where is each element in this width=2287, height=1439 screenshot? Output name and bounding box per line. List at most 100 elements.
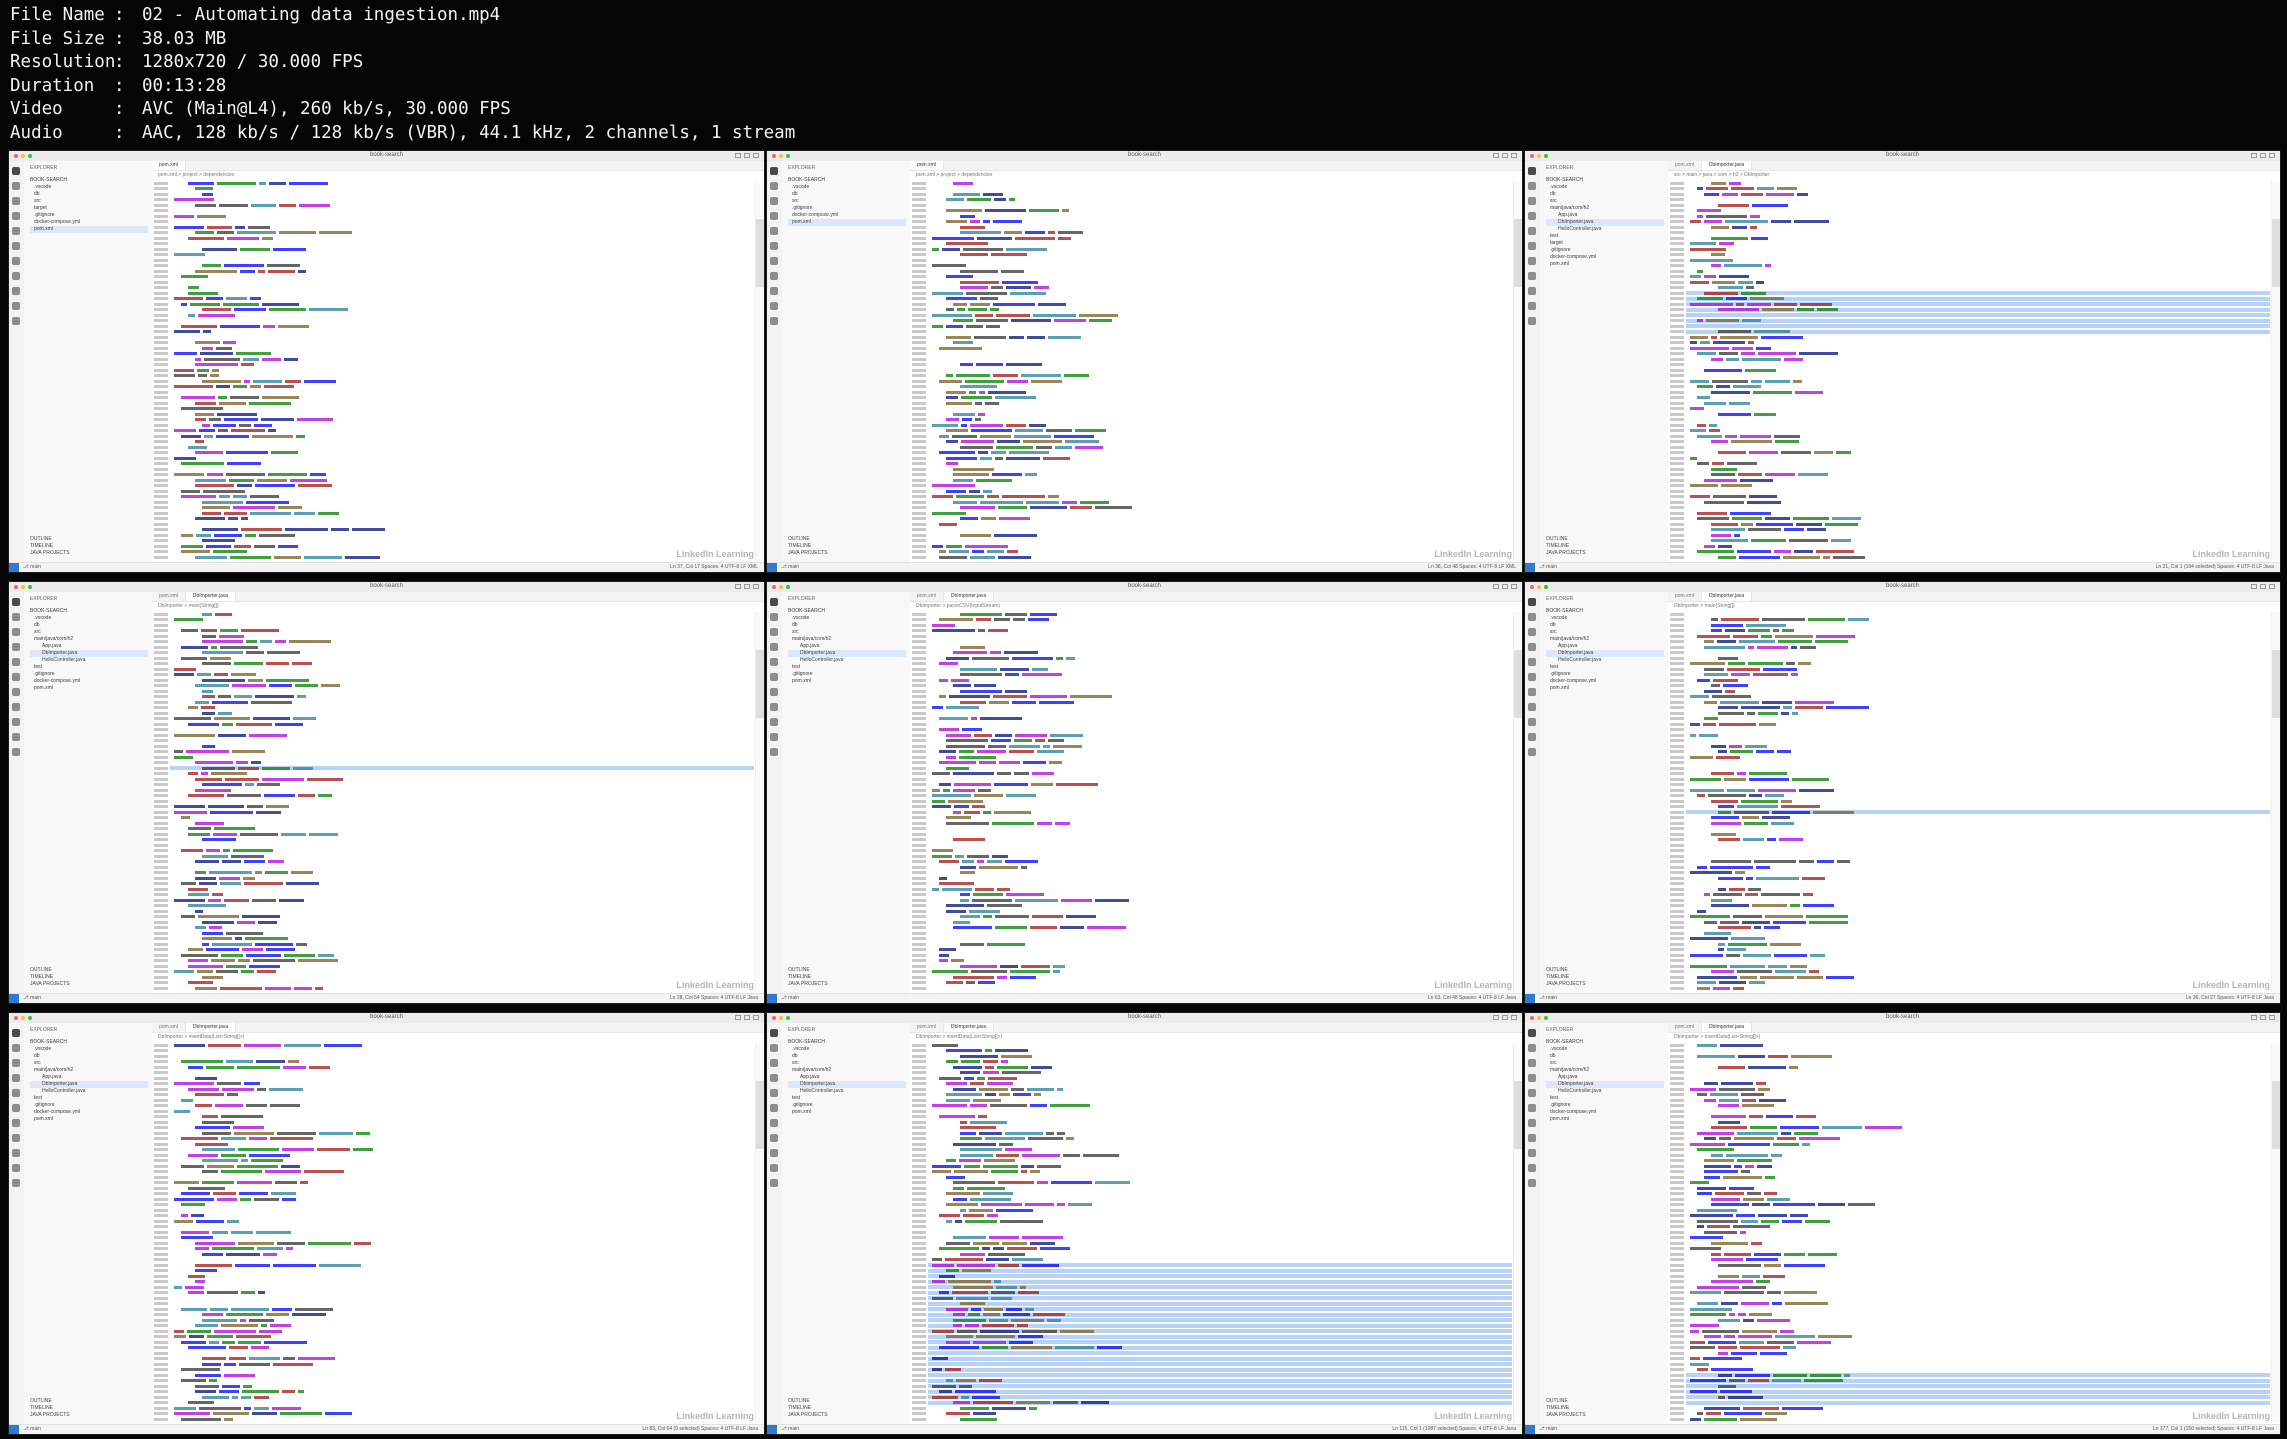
minimap-slider[interactable] [2272,1081,2280,1150]
file-tree-item[interactable]: .vscode [1546,615,1664,622]
java-icon[interactable] [770,718,778,726]
file-tree-item[interactable]: src [788,1060,906,1067]
sidebar-section-header[interactable]: JAVA PROJECTS [788,1412,828,1419]
search-icon[interactable] [770,182,778,190]
source-control-icon[interactable] [1528,628,1536,636]
database-icon[interactable] [770,1119,778,1127]
search-icon[interactable] [1528,613,1536,621]
layout-toggle-icon[interactable] [1502,153,1508,158]
extensions-icon[interactable] [1528,1089,1536,1097]
file-tree-item[interactable]: docker-compose.yml [788,212,906,219]
run-debug-icon[interactable] [770,212,778,220]
file-tree-item[interactable]: .gitignore [30,671,148,678]
minimap[interactable] [2271,1043,2280,1423]
editor-tab[interactable]: DbImporter.java [943,1023,995,1032]
file-tree-item[interactable]: HelloController.java [30,657,148,664]
file-tree-item[interactable]: .vscode [30,1046,148,1053]
run-debug-icon[interactable] [1528,1074,1536,1082]
file-tree-item[interactable]: .gitignore [788,1102,906,1109]
layout-toggle-icon[interactable] [1511,584,1517,589]
code-area[interactable] [1668,1043,2270,1423]
run-debug-icon[interactable] [12,1074,20,1082]
file-tree-item[interactable]: .vscode [1546,184,1664,191]
sidebar-section-header[interactable]: OUTLINE [1546,967,1586,974]
remote-indicator-button[interactable] [1525,994,1535,1003]
account-icon[interactable] [770,733,778,741]
layout-toggle-icon[interactable] [744,1015,750,1020]
java-icon[interactable] [770,1149,778,1157]
file-tree-item[interactable]: DbImporter.java [788,650,906,657]
settings-icon[interactable] [12,317,20,325]
file-tree-item[interactable]: .vscode [788,184,906,191]
java-icon[interactable] [1528,1149,1536,1157]
docker-icon[interactable] [12,1134,20,1142]
code-area[interactable] [152,612,754,992]
file-tree-item[interactable]: .vscode [788,615,906,622]
file-tree-item[interactable]: docker-compose.yml [30,678,148,685]
explorer-icon[interactable] [1528,167,1536,175]
source-control-icon[interactable] [770,1059,778,1067]
extensions-icon[interactable] [770,227,778,235]
docker-icon[interactable] [770,272,778,280]
file-tree-item[interactable]: db [788,191,906,198]
editor-tab[interactable]: pom.xml [152,592,186,601]
layout-toggle-icon[interactable] [744,153,750,158]
file-tree-item[interactable]: main/java/com/h2 [1546,1067,1664,1074]
file-tree-item[interactable]: src [1546,629,1664,636]
file-tree-item[interactable]: target [30,205,148,212]
editor-tab[interactable]: pom.xml [1668,161,1702,170]
file-tree-item[interactable]: BOOK-SEARCH [1546,608,1664,615]
file-tree-item[interactable]: docker-compose.yml [30,1109,148,1116]
file-tree-item[interactable]: target [1546,240,1664,247]
minimap-slider[interactable] [2272,650,2280,719]
sidebar-section-header[interactable]: TIMELINE [30,974,70,981]
file-tree-item[interactable]: docker-compose.yml [30,219,148,226]
sidebar-section-header[interactable]: TIMELINE [1546,543,1586,550]
code-area[interactable] [1668,181,2270,561]
testing-icon[interactable] [770,242,778,250]
account-icon[interactable] [12,1164,20,1172]
code-area[interactable] [152,181,754,561]
testing-icon[interactable] [770,673,778,681]
minimap[interactable] [755,612,764,992]
sidebar-section-header[interactable]: OUTLINE [30,536,70,543]
file-tree-item[interactable]: .gitignore [30,1102,148,1109]
sidebar-section-header[interactable]: JAVA PROJECTS [788,550,828,557]
layout-toggle-icon[interactable] [1493,584,1499,589]
file-tree-item[interactable]: pom.xml [1546,1116,1664,1123]
file-tree-item[interactable]: BOOK-SEARCH [30,177,148,184]
file-tree-item[interactable]: pom.xml [30,226,148,233]
layout-toggle-icon[interactable] [753,1015,759,1020]
remote-indicator-button[interactable] [9,563,19,572]
layout-toggle-icon[interactable] [1493,1015,1499,1020]
file-tree-item[interactable]: db [30,622,148,629]
settings-icon[interactable] [1528,1179,1536,1187]
file-tree-item[interactable]: test [1546,664,1664,671]
layout-toggle-icon[interactable] [753,584,759,589]
source-control-icon[interactable] [12,1059,20,1067]
database-icon[interactable] [1528,257,1536,265]
layout-toggle-icon[interactable] [1502,584,1508,589]
minimap-slider[interactable] [1514,1081,1522,1150]
layout-toggle-icon[interactable] [735,584,741,589]
settings-icon[interactable] [12,748,20,756]
file-tree-item[interactable]: test [1546,233,1664,240]
file-tree-item[interactable]: BOOK-SEARCH [30,608,148,615]
account-icon[interactable] [1528,1164,1536,1172]
editor-tab[interactable]: pom.xml [910,1023,944,1032]
source-control-icon[interactable] [12,197,20,205]
explorer-icon[interactable] [770,598,778,606]
file-tree-item[interactable]: .gitignore [30,212,148,219]
minimap[interactable] [1513,181,1522,561]
editor-tab[interactable]: pom.xml [152,1023,186,1032]
file-tree-item[interactable]: App.java [788,643,906,650]
extensions-icon[interactable] [12,1089,20,1097]
file-tree-item[interactable]: docker-compose.yml [1546,1109,1664,1116]
file-tree-item[interactable]: src [1546,1060,1664,1067]
file-tree-item[interactable]: pom.xml [788,1109,906,1116]
sidebar-section-header[interactable]: TIMELINE [30,543,70,550]
sidebar-section-header[interactable]: JAVA PROJECTS [1546,550,1586,557]
layout-toggle-icon[interactable] [1511,153,1517,158]
layout-toggle-icon[interactable] [1493,153,1499,158]
layout-toggle-icon[interactable] [2251,1015,2257,1020]
